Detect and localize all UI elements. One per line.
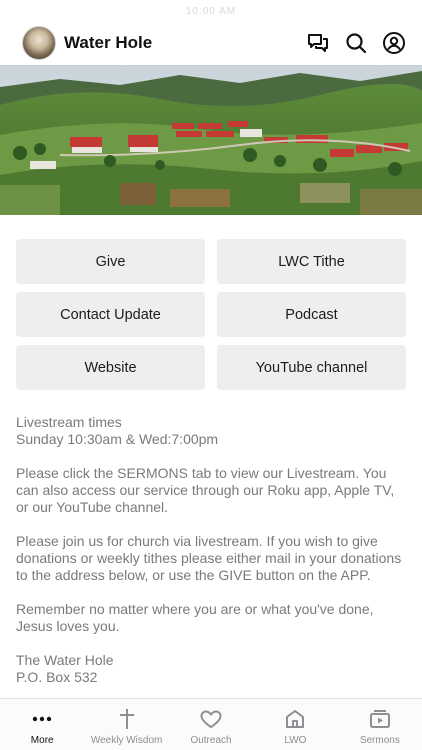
more-icon bbox=[30, 707, 54, 731]
heart-icon bbox=[199, 707, 223, 731]
donations-paragraph: Please join us for church via livestream… bbox=[16, 533, 402, 583]
cross-icon bbox=[115, 707, 139, 731]
tab-more-label: More bbox=[30, 735, 54, 746]
home-icon bbox=[283, 707, 307, 731]
video-icon bbox=[368, 707, 392, 731]
header-actions bbox=[306, 31, 406, 55]
website-button[interactable]: Website bbox=[16, 345, 205, 390]
tab-lwo[interactable]: LWO bbox=[253, 699, 337, 750]
livestream-times: Livestream times Sunday 10:30am & Wed:7:… bbox=[16, 414, 406, 448]
hero-campus-image bbox=[0, 65, 422, 215]
tab-more[interactable]: More bbox=[0, 699, 84, 750]
profile-icon[interactable] bbox=[382, 31, 406, 55]
lwc-tithe-button[interactable]: LWC Tithe bbox=[217, 239, 406, 284]
chat-icon[interactable] bbox=[306, 31, 330, 55]
tab-sermons-label: Sermons bbox=[359, 735, 400, 746]
mailing-address: The Water Hole P.O. Box 532 bbox=[16, 652, 406, 686]
bottom-tab-bar: More Weekly Wisdom Outreach LWO Sermons bbox=[0, 698, 422, 750]
app-header: Water Hole bbox=[0, 22, 422, 64]
jesus-loves-you-paragraph: Remember no matter where you are or what… bbox=[16, 601, 374, 634]
livestream-schedule: Sunday 10:30am & Wed:7:00pm bbox=[16, 431, 219, 447]
livestream-title: Livestream times bbox=[16, 414, 122, 430]
info-text-block: Livestream times Sunday 10:30am & Wed:7:… bbox=[0, 414, 422, 686]
tab-sermons[interactable]: Sermons bbox=[338, 699, 422, 750]
tab-weekly-wisdom[interactable]: Weekly Wisdom bbox=[84, 699, 168, 750]
church-logo-avatar[interactable] bbox=[22, 26, 56, 60]
tab-lwo-label: LWO bbox=[284, 735, 307, 746]
status-bar: 10:00 AM bbox=[0, 0, 422, 22]
sermons-paragraph: Please click the SERMONS tab to view our… bbox=[16, 465, 395, 515]
podcast-button[interactable]: Podcast bbox=[217, 292, 406, 337]
contact-update-button[interactable]: Contact Update bbox=[16, 292, 205, 337]
app-title: Water Hole bbox=[64, 33, 153, 52]
address-line: P.O. Box 532 bbox=[16, 669, 98, 685]
tab-outreach-label: Outreach bbox=[190, 735, 232, 746]
quick-links-grid: Give LWC Tithe Contact Update Podcast We… bbox=[0, 239, 422, 390]
address-name: The Water Hole bbox=[16, 652, 114, 668]
youtube-channel-button[interactable]: YouTube channel bbox=[217, 345, 406, 390]
tab-weekly-wisdom-label: Weekly Wisdom bbox=[90, 735, 163, 746]
search-icon[interactable] bbox=[344, 31, 368, 55]
status-time: 10:00 AM bbox=[185, 5, 237, 17]
give-button[interactable]: Give bbox=[16, 239, 205, 284]
tab-outreach[interactable]: Outreach bbox=[169, 699, 253, 750]
